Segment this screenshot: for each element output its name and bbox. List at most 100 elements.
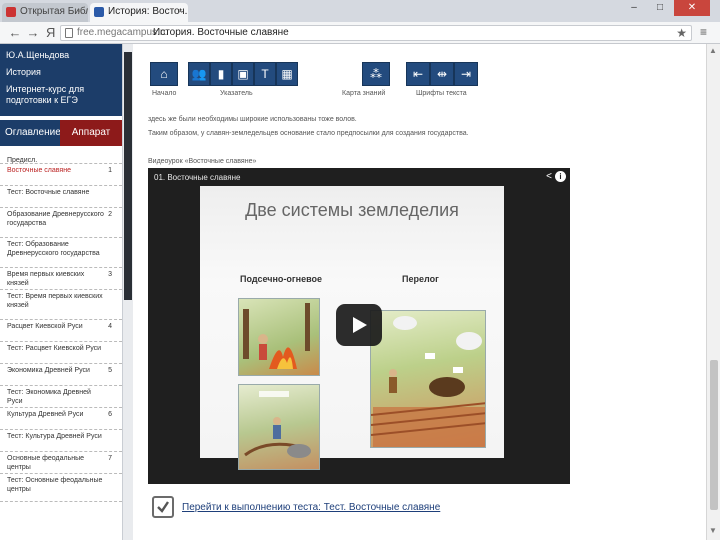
toc-item-label: Тест: Восточные славяне (7, 189, 90, 196)
tab-appendix[interactable]: Аппарат (60, 120, 122, 146)
page-scrollbar[interactable]: ▲ ▼ (706, 44, 720, 540)
toc-item[interactable]: Экономика Древней Руси 5 (0, 364, 122, 386)
toc-item-label: Предисл. (7, 157, 38, 164)
sidebar-scrollbar[interactable] (122, 44, 133, 540)
slide-label-slash-and-burn: Подсечно-огневое (240, 274, 322, 284)
toc-item-label: Экономика Древней Руси (7, 367, 90, 374)
toc-item-label: Тест: Культура Древней Руси (7, 433, 102, 440)
page-title-in-url-bar: История. Восточные славяне (153, 27, 289, 38)
home-button[interactable]: ⌂ (150, 62, 178, 86)
url-field[interactable]: free.megacampus.ru История. Восточные сл… (60, 25, 692, 41)
toc-item[interactable]: Тест: Восточные славяне (0, 186, 122, 208)
toc-item-label: Тест: Расцвет Киевской Руси (7, 345, 102, 352)
fallow-illustration (370, 310, 486, 448)
toc-item-label: Расцвет Киевской Руси (7, 323, 83, 330)
slide-title: Две системы земледелия (245, 200, 459, 220)
calendar-button[interactable]: ▦ (276, 62, 298, 86)
go-to-test-link[interactable]: Перейти к выполнению теста: Тест. Восточ… (182, 502, 440, 513)
font-large-button[interactable]: ⇥ (454, 62, 478, 86)
font-small-button[interactable]: ⇤ (406, 62, 430, 86)
page-scrollbar-thumb[interactable] (710, 360, 718, 510)
calendar-icon: ▦ (281, 67, 293, 81)
toolbar-label-fonts: Шрифты текста (416, 90, 467, 97)
toc-item-label: Тест: Время первых киевских князей (7, 293, 103, 309)
share-icon[interactable]: < (546, 171, 552, 182)
play-icon (353, 317, 367, 333)
indent-mid-icon: ⇹ (436, 67, 448, 81)
indent-left-icon: ⇤ (412, 67, 424, 81)
browser-tab-history[interactable]: История: Восточ... × (90, 3, 188, 22)
toc-item[interactable]: Культура Древней Руси 6 (0, 408, 122, 430)
scroll-up-icon[interactable]: ▲ (709, 46, 717, 55)
toc-item[interactable]: Тест: Образование Древнерусского государ… (0, 238, 122, 268)
toc-item-number: 3 (108, 271, 112, 278)
toc-item-number: 4 (108, 323, 112, 330)
users-button[interactable]: 👥 (188, 62, 210, 86)
video-player[interactable]: 01. Восточные славяне < i Две системы зе… (148, 168, 570, 484)
toc-item-label: Тест: Образование Древнерусского государ… (7, 241, 100, 257)
sidebar-link-author[interactable]: Ю.А.Щеньдова (6, 50, 116, 61)
home-icon: ⌂ (160, 67, 168, 81)
course-sidebar: Ю.А.Щеньдова История Интернет-курс для п… (0, 44, 122, 540)
toc-item[interactable]: Время первых киевских князей 3 (0, 268, 122, 290)
toc-item-label: Восточные славяне (7, 167, 71, 174)
toc-item[interactable]: Образование Древнерусского государства 2 (0, 208, 122, 238)
tab-close-icon[interactable]: × (178, 6, 183, 16)
info-icon[interactable]: i (555, 171, 566, 182)
toc-item-label: Время первых киевских князей (7, 271, 85, 287)
toc-item[interactable]: Основные феодальные центры 7 (0, 452, 122, 474)
toc-item[interactable]: Восточные славяне 1 (0, 164, 122, 186)
scroll-down-icon[interactable]: ▼ (709, 526, 717, 535)
yandex-logo[interactable]: Я (46, 24, 55, 42)
tab-label: История: Восточ... (108, 6, 188, 17)
toc-item-number: 2 (108, 211, 112, 218)
knowledge-map-button[interactable]: ⁂ (362, 62, 390, 86)
toc-item-number: 5 (108, 367, 112, 374)
toc-item[interactable]: Расцвет Киевской Руси 4 (0, 320, 122, 342)
bookmark-star-icon[interactable]: ★ (676, 26, 687, 40)
window-close-button[interactable]: ✕ (674, 0, 710, 16)
toc-list: Предисл. Восточные славяне 1 Тест: Восточны… (0, 154, 122, 502)
megacampus-favicon-icon (94, 7, 104, 17)
toolbar-label-map: Карта знаний (342, 90, 386, 97)
sidebar-scrollbar-thumb[interactable] (124, 52, 132, 300)
toc-item[interactable]: Тест: Время первых киевских князей (0, 290, 122, 320)
window-maximize-button[interactable]: □ (648, 0, 672, 16)
checkbox-icon (152, 496, 174, 518)
hierarchy-icon: ⁂ (370, 67, 382, 81)
text-icon: Т (261, 67, 269, 81)
lesson-paragraph: Таким образом, у славян-земледельцев осн… (148, 130, 469, 137)
browser-tab-library[interactable]: Открытая Библи... × (2, 3, 88, 22)
tab-close-icon[interactable]: × (78, 6, 83, 16)
play-button[interactable] (336, 304, 382, 346)
browser-tab-bar: Открытая Библи... × История: Восточ... ×… (0, 0, 720, 22)
harrow-illustration (238, 384, 320, 470)
toolbar-label-pointer: Указатель (220, 90, 253, 97)
briefcase-icon: ▣ (237, 67, 249, 81)
lesson-paragraph: здесь же были необходимы широкие использ… (148, 116, 357, 123)
toc-item[interactable]: Предисл. (0, 154, 122, 164)
briefcase-button[interactable]: ▣ (232, 62, 254, 86)
book-button[interactable]: ▮ (210, 62, 232, 86)
window-minimize-button[interactable]: – (622, 0, 646, 16)
book-icon: ▮ (217, 67, 225, 81)
font-medium-button[interactable]: ⇹ (430, 62, 454, 86)
browser-menu-icon[interactable]: ≡ (700, 25, 707, 39)
back-button[interactable]: ← (6, 24, 24, 42)
sidebar-link-subject[interactable]: История (6, 67, 116, 78)
toc-item-number: 7 (108, 455, 112, 462)
toc-item[interactable]: Тест: Расцвет Киевской Руси (0, 342, 122, 364)
toc-item[interactable]: Тест: Основные феодальные центры (0, 474, 122, 502)
sidebar-link-course[interactable]: Интернет-курс для подготовки к ЕГЭ (6, 84, 116, 106)
test-link-row: Перейти к выполнению теста: Тест. Восточ… (152, 496, 532, 522)
toc-item[interactable]: Тест: Экономика Древней Руси (0, 386, 122, 408)
video-title[interactable]: 01. Восточные славяне (154, 173, 240, 182)
course-toolbar: ⌂ 👥 ▮ ▣ Т ▦ ⁂ ⇤ ⇹ ⇥ (150, 62, 510, 88)
tab-table-of-contents[interactable]: Оглавление (0, 120, 61, 146)
toc-item[interactable]: Тест: Культура Древней Руси (0, 430, 122, 452)
text-button[interactable]: Т (254, 62, 276, 86)
forward-button[interactable]: → (24, 24, 42, 42)
toc-item-label: Культура Древней Руси (7, 411, 84, 418)
address-bar-row: ← → Я free.megacampus.ru История. Восточ… (0, 22, 720, 44)
video-caption: Видеоурок «Восточные славяне» (148, 158, 257, 165)
